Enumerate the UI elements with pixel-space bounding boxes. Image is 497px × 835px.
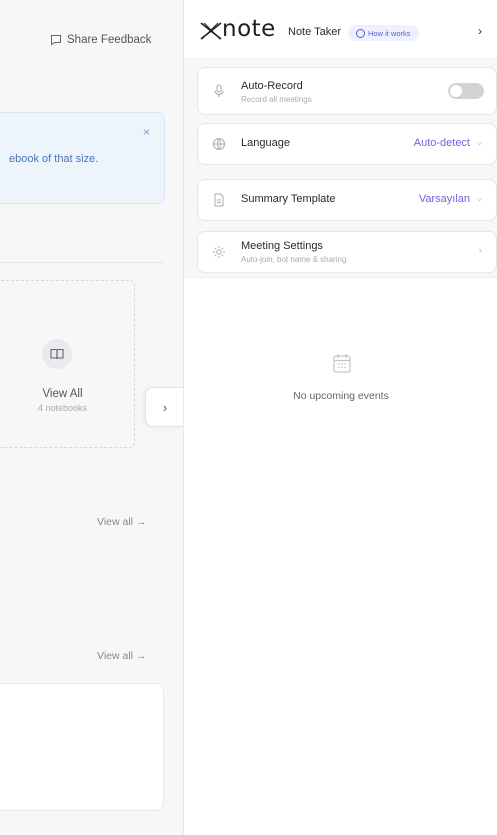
language-setting[interactable]: Language Auto-detect ⌄	[197, 123, 497, 165]
share-feedback-button[interactable]: Share Feedback	[50, 34, 151, 46]
collapse-panel-chevron-icon[interactable]: ›	[478, 24, 482, 38]
chevron-right-icon: ›	[478, 245, 482, 256]
share-feedback-label: Share Feedback	[67, 34, 152, 46]
microphone-icon	[211, 83, 227, 99]
book-icon	[42, 339, 72, 369]
info-banner: × ebook of that size.	[0, 112, 165, 204]
gear-icon	[211, 244, 227, 260]
note-taker-panel: note Note Taker How it works › Auto-Reco…	[183, 0, 497, 835]
content-card	[0, 683, 164, 811]
info-icon	[356, 28, 365, 38]
note-taker-label: Note Taker	[288, 26, 341, 38]
panel-header: note Note Taker How it works ›	[184, 0, 497, 58]
summary-template-setting[interactable]: Summary Template Varsayılan ⌄	[197, 179, 497, 221]
document-icon	[211, 192, 227, 208]
auto-record-setting[interactable]: Auto-Record Record all meetings	[197, 67, 497, 115]
logo-text: note	[222, 16, 276, 42]
meeting-settings-setting[interactable]: Meeting Settings Auto-join, bot name & s…	[197, 231, 497, 273]
x-logo-icon	[200, 22, 222, 40]
view-all-notebooks-card[interactable]: View All 4 notebooks	[0, 280, 135, 448]
empty-state-text: No upcoming events	[293, 390, 389, 402]
language-value[interactable]: Auto-detect	[414, 137, 470, 149]
banner-close-icon[interactable]: ×	[143, 125, 150, 139]
view-all-subtitle: 4 notebooks	[37, 403, 88, 413]
xnote-logo: note	[200, 16, 276, 42]
view-all-link[interactable]: View all →	[97, 650, 146, 662]
chevron-down-icon: ⌄	[476, 138, 483, 147]
auto-record-toggle[interactable]	[448, 83, 484, 99]
calendar-icon	[332, 352, 352, 379]
summary-template-title: Summary Template	[241, 193, 336, 205]
meeting-settings-title: Meeting Settings	[241, 240, 323, 252]
banner-text: ebook of that size.	[9, 153, 99, 165]
expand-panel-button[interactable]: ›	[145, 387, 184, 427]
globe-icon	[211, 136, 227, 152]
how-it-works-button[interactable]: How it works	[348, 25, 419, 41]
chevron-right-icon: ›	[162, 399, 168, 415]
language-title: Language	[241, 137, 290, 149]
view-all-link[interactable]: View all →	[97, 516, 146, 528]
how-it-works-label: How it works	[368, 28, 411, 38]
auto-record-title: Auto-Record	[241, 80, 303, 92]
section-divider	[0, 262, 163, 263]
auto-record-subtitle: Record all meetings	[241, 95, 312, 104]
summary-template-value[interactable]: Varsayılan	[419, 193, 470, 205]
chat-bubble-icon	[51, 35, 61, 46]
toggle-knob	[450, 85, 462, 97]
meeting-settings-subtitle: Auto-join, bot name & sharing	[241, 255, 347, 264]
settings-area: Auto-Record Record all meetings Language…	[184, 58, 497, 278]
view-all-title: View All	[42, 388, 83, 400]
chevron-down-icon: ⌄	[476, 194, 483, 203]
